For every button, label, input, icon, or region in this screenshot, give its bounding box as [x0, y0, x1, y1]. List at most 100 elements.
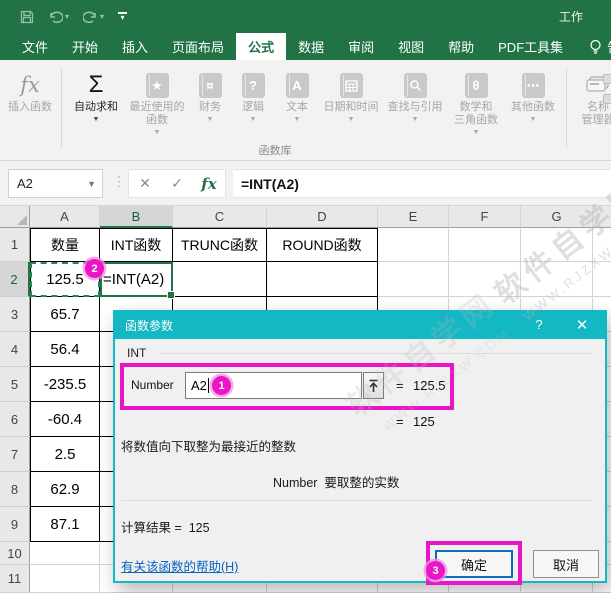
- function-help-link[interactable]: 有关该函数的帮助(H): [121, 556, 238, 575]
- ok-button[interactable]: 确定: [435, 550, 513, 578]
- col-header-a[interactable]: A: [30, 206, 100, 228]
- collapse-dialog-button[interactable]: [363, 372, 384, 399]
- autosum-button[interactable]: Σ 自动求和 ▼: [67, 64, 125, 124]
- function-arguments-dialog: 函数参数 ? ✕ INT Number A2 = 125.5 = 125 将数值…: [113, 310, 607, 583]
- row-header-10[interactable]: 10: [0, 542, 30, 565]
- lookup-reference-button[interactable]: 查找与引用 ▼: [383, 64, 447, 124]
- row-header-6[interactable]: 6: [0, 402, 30, 437]
- cell-b2-editing[interactable]: =INT(A2): [100, 262, 173, 297]
- redo-button[interactable]: ▾: [83, 11, 104, 23]
- quick-access-toolbar: ▾ ▾ ▾: [0, 10, 127, 24]
- formula-input[interactable]: =INT(A2): [233, 169, 611, 198]
- redo-dropdown-icon[interactable]: ▾: [100, 12, 104, 21]
- row-header-4[interactable]: 4: [0, 332, 30, 367]
- col-header-d[interactable]: D: [267, 206, 378, 228]
- undo-dropdown-icon[interactable]: ▾: [65, 12, 69, 21]
- cell-a8[interactable]: 62.9: [30, 472, 100, 507]
- tab-page-layout[interactable]: 页面布局: [160, 33, 236, 60]
- recently-used-button[interactable]: ★ 最近使用的 函数 ▼: [125, 64, 189, 137]
- cell[interactable]: [173, 262, 267, 297]
- tab-formulas[interactable]: 公式: [236, 33, 286, 60]
- col-header-e[interactable]: E: [378, 206, 449, 228]
- sheet-row-1: 1 数量 INT函数 TRUNC函数 ROUND函数: [0, 228, 611, 262]
- enter-entry-button[interactable]: ✓: [161, 175, 193, 192]
- tab-view[interactable]: 视图: [386, 33, 436, 60]
- cell-a4[interactable]: 56.4: [30, 332, 100, 367]
- col-header-g[interactable]: G: [521, 206, 593, 228]
- col-header-f[interactable]: F: [449, 206, 521, 228]
- col-header-partial: [593, 206, 611, 228]
- cell[interactable]: [449, 262, 521, 297]
- cancel-button[interactable]: 取消: [533, 550, 599, 578]
- math-trig-button[interactable]: θ 数学和 三角函数 ▼: [447, 64, 505, 137]
- cell-a3[interactable]: 65.7: [30, 297, 100, 332]
- tell-me-search[interactable]: 告: [575, 33, 611, 60]
- chevron-down-icon: ▼: [412, 115, 419, 124]
- cell[interactable]: [521, 262, 593, 297]
- chevron-down-icon: ▼: [250, 115, 257, 124]
- row-header-5[interactable]: 5: [0, 367, 30, 402]
- collapse-range-icon: [368, 379, 379, 393]
- dialog-help-icon[interactable]: ?: [531, 317, 547, 332]
- logical-button[interactable]: ? 逻辑 ▼: [231, 64, 275, 124]
- cell[interactable]: [521, 228, 593, 262]
- cell[interactable]: [593, 262, 611, 297]
- book-search-icon: [404, 73, 427, 98]
- tab-home[interactable]: 开始: [60, 33, 110, 60]
- number-param-label: Number: [131, 378, 174, 392]
- cell[interactable]: [378, 262, 449, 297]
- cell-c1[interactable]: TRUNC函数: [173, 228, 267, 262]
- book-ellipsis-icon: ⋯: [522, 73, 545, 98]
- more-functions-button[interactable]: ⋯ 其他函数 ▼: [505, 64, 561, 124]
- tab-insert[interactable]: 插入: [110, 33, 160, 60]
- col-header-c[interactable]: C: [173, 206, 267, 228]
- preview-result-value: 125: [413, 414, 435, 429]
- financial-button[interactable]: ¤ 财务 ▼: [189, 64, 231, 124]
- dialog-close-icon[interactable]: ✕: [573, 316, 591, 334]
- cell-a9[interactable]: 87.1: [30, 507, 100, 542]
- date-time-button[interactable]: 日期和时间 ▼: [319, 64, 383, 124]
- param-result-value: 125.5: [413, 378, 446, 393]
- save-icon[interactable]: [20, 10, 34, 24]
- ribbon-edge-fragment: [603, 74, 611, 134]
- cell-a7[interactable]: 2.5: [30, 437, 100, 472]
- tab-review[interactable]: 审阅: [336, 33, 386, 60]
- cell-d1[interactable]: ROUND函数: [267, 228, 378, 262]
- insert-function-button[interactable]: fx 插入函数: [4, 64, 56, 114]
- cell[interactable]: [30, 542, 100, 565]
- insert-function-fx-button[interactable]: fx: [193, 175, 225, 193]
- tab-help[interactable]: 帮助: [436, 33, 486, 60]
- row-header-11[interactable]: 11: [0, 565, 30, 593]
- col-header-b[interactable]: B: [100, 206, 173, 228]
- ribbon-divider: [566, 68, 567, 148]
- cancel-entry-button[interactable]: ✕: [129, 175, 161, 192]
- select-all-corner[interactable]: [0, 206, 30, 228]
- book-coins-icon: ¤: [199, 73, 222, 98]
- cell[interactable]: [449, 228, 521, 262]
- name-box-dropdown-icon[interactable]: ▼: [87, 179, 96, 189]
- tab-pdf-tools[interactable]: PDF工具集: [486, 33, 575, 60]
- tab-file[interactable]: 文件: [10, 33, 60, 60]
- group-box-line: [159, 353, 593, 354]
- name-box[interactable]: A2 ▼: [8, 169, 103, 198]
- cell[interactable]: [378, 228, 449, 262]
- cell-b1[interactable]: INT函数: [100, 228, 173, 262]
- row-header-7[interactable]: 7: [0, 437, 30, 472]
- row-header-1[interactable]: 1: [0, 228, 30, 262]
- row-header-3[interactable]: 3: [0, 297, 30, 332]
- undo-button[interactable]: ▾: [48, 11, 69, 23]
- text-button[interactable]: A 文本 ▼: [275, 64, 319, 124]
- cell-a6[interactable]: -60.4: [30, 402, 100, 437]
- cell[interactable]: [30, 565, 100, 593]
- customize-quick-access-icon[interactable]: ▾: [118, 12, 127, 21]
- formula-bar-separator: ⋮: [112, 173, 126, 190]
- tab-data[interactable]: 数据: [286, 33, 336, 60]
- row-header-9[interactable]: 9: [0, 507, 30, 542]
- cell[interactable]: [593, 228, 611, 262]
- row-header-8[interactable]: 8: [0, 472, 30, 507]
- row-header-2[interactable]: 2: [0, 262, 30, 297]
- cell-a5[interactable]: -235.5: [30, 367, 100, 402]
- cell[interactable]: [267, 262, 378, 297]
- dialog-title: 函数参数: [125, 317, 173, 334]
- cell-a1[interactable]: 数量: [30, 228, 100, 262]
